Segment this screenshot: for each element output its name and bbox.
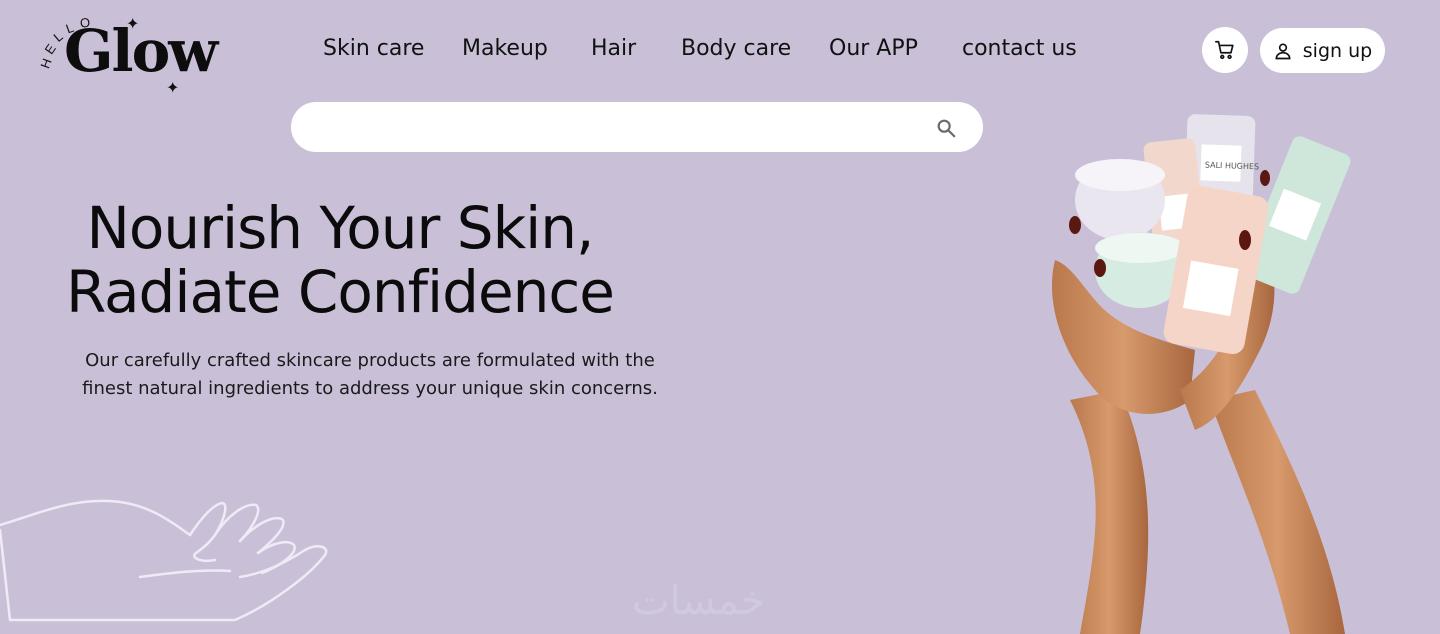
nav-item-our-app[interactable]: Our APP bbox=[829, 36, 918, 61]
user-icon bbox=[1275, 43, 1291, 59]
cart-button[interactable] bbox=[1202, 27, 1248, 73]
hero-title: Nourish Your Skin, Radiate Confidence bbox=[40, 196, 640, 324]
search-bar[interactable] bbox=[291, 102, 983, 152]
hero-description: Our carefully crafted skincare products … bbox=[60, 347, 680, 403]
nav-item-hair[interactable]: Hair bbox=[591, 36, 636, 61]
hero-product-image: SALI HUGHES bbox=[1051, 114, 1351, 634]
hand-outline-illustration bbox=[0, 499, 328, 622]
hero-description-line1: Our carefully crafted skincare products … bbox=[85, 350, 655, 371]
logo-wordmark: Glow bbox=[64, 17, 218, 85]
watermark-text: خمسات bbox=[632, 578, 766, 624]
product-label: SALI HUGHES bbox=[1205, 160, 1260, 171]
sign-up-label: sign up bbox=[1302, 39, 1373, 62]
hero-description-line2: finest natural ingredients to address yo… bbox=[82, 378, 658, 399]
nav-item-contact-us[interactable]: contact us bbox=[962, 36, 1077, 61]
brand-logo[interactable]: H E L L O Glow ✦ ✦ bbox=[36, 12, 246, 102]
search-icon[interactable] bbox=[935, 117, 957, 139]
hero-title-line2: Radiate Confidence bbox=[65, 258, 615, 326]
nav-item-makeup[interactable]: Makeup bbox=[462, 36, 548, 61]
sparkle-icon: ✦ bbox=[126, 14, 140, 33]
sparkle-icon: ✦ bbox=[166, 78, 180, 97]
hero-title-line1: Nourish Your Skin, bbox=[86, 194, 595, 262]
nav-item-skin-care[interactable]: Skin care bbox=[323, 36, 424, 61]
watermark: خمسات bbox=[632, 578, 812, 626]
cart-icon bbox=[1215, 40, 1234, 60]
search-input[interactable] bbox=[315, 102, 915, 152]
nav-item-body-care[interactable]: Body care bbox=[681, 36, 791, 61]
sign-up-button[interactable]: sign up bbox=[1260, 28, 1385, 73]
